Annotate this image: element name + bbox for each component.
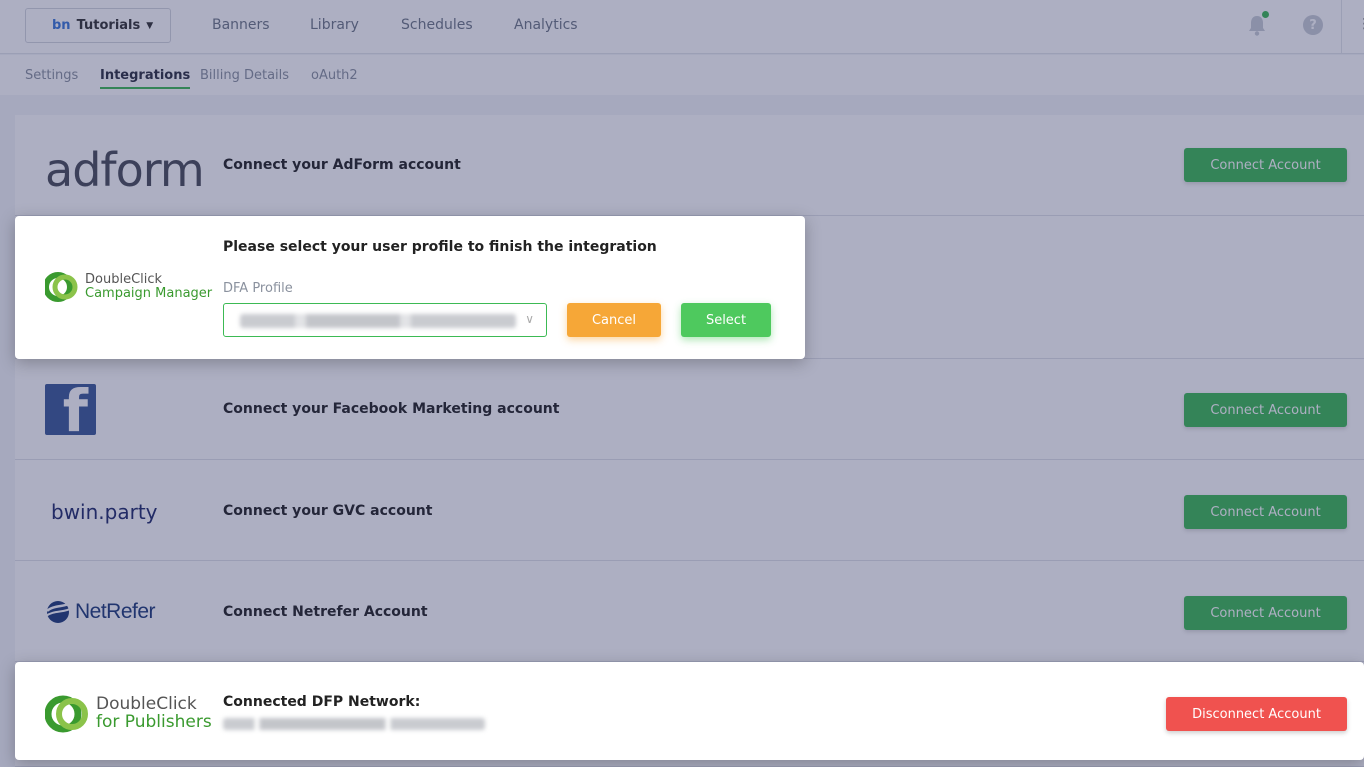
dfa-profile-label: DFA Profile — [223, 281, 293, 296]
dfp-logo: DoubleClick for Publishers — [45, 694, 212, 734]
dfa-profile-select[interactable]: ∨ — [223, 303, 547, 337]
disconnect-account-button[interactable]: Disconnect Account — [1166, 697, 1347, 731]
chevron-down-icon: ∨ — [525, 312, 534, 326]
redacted-profile-value — [240, 314, 516, 328]
dfp-connected-card: DoubleClick for Publishers Connected DFP… — [15, 662, 1364, 760]
dcm-prompt: Please select your user profile to finis… — [223, 239, 657, 255]
doubleclick-logo-icon — [45, 695, 88, 733]
dcm-profile-card: DoubleClick Campaign Manager Please sele… — [15, 216, 805, 359]
select-button[interactable]: Select — [681, 303, 771, 337]
dcm-logo: DoubleClick Campaign Manager — [45, 271, 212, 303]
dim-overlay — [0, 0, 1364, 767]
redacted-network-value — [223, 718, 485, 730]
doubleclick-logo-icon — [45, 272, 78, 302]
cancel-button[interactable]: Cancel — [567, 303, 661, 337]
dfp-connected-label: Connected DFP Network: — [223, 694, 421, 710]
